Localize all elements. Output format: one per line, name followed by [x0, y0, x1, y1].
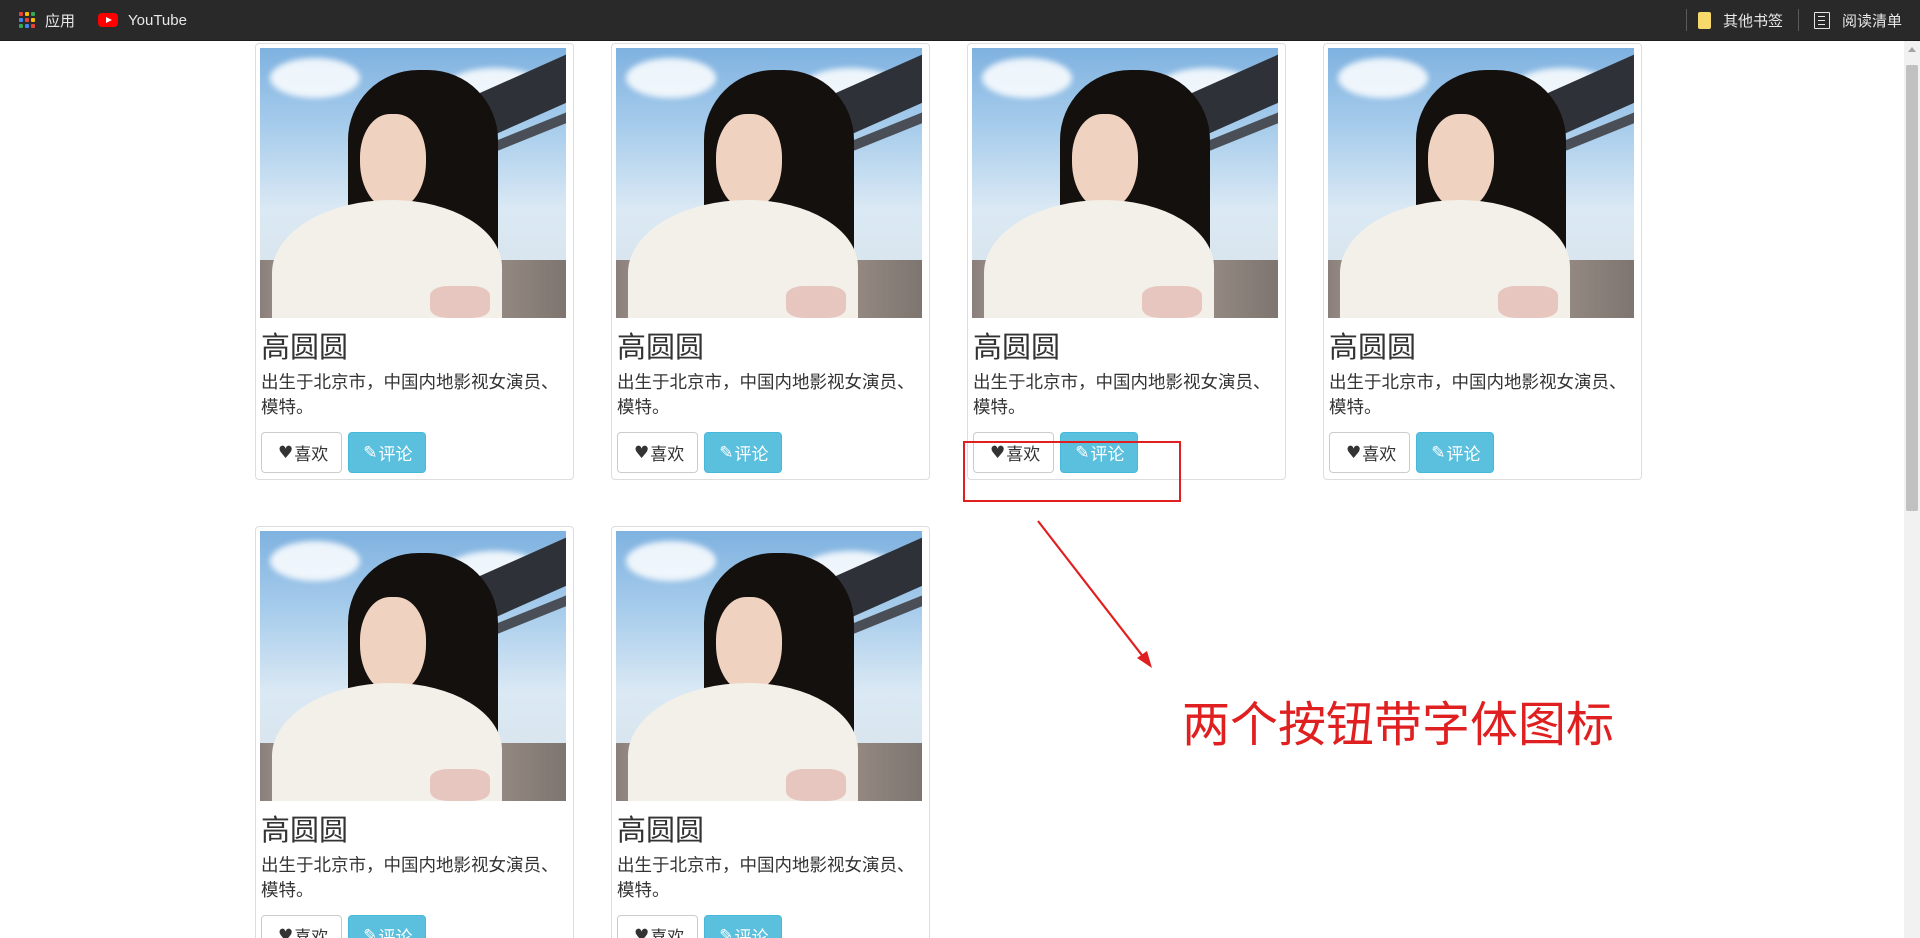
portrait-image	[616, 531, 922, 801]
portrait-image	[616, 48, 922, 318]
bookmarks-bar: 应用 YouTube 其他书签 阅读清单	[0, 0, 1920, 41]
apps-grid-icon	[19, 11, 36, 29]
comment-button[interactable]: ✎ 评论	[348, 432, 426, 473]
bookmark-reading-list-label: 阅读清单	[1842, 12, 1903, 30]
reading-list-icon	[1814, 11, 1830, 29]
comment-button-label: 评论	[1446, 445, 1481, 465]
pencil-icon: ✎	[363, 925, 378, 938]
pencil-icon: ✎	[363, 442, 378, 463]
like-button[interactable]: ♥ 喜欢	[261, 915, 343, 938]
thumbnail-card: 高圆圆 出生于北京市，中国内地影视女演员、模特。 ♥ 喜欢 ✎ 评论	[1323, 43, 1642, 480]
annotation-arrow	[1037, 520, 1152, 668]
card-title: 高圆圆	[617, 330, 705, 364]
portrait-image	[1328, 48, 1634, 318]
pencil-icon: ✎	[719, 442, 734, 463]
bookmarks-divider	[1798, 9, 1799, 31]
portrait-image	[260, 48, 566, 318]
bookmark-apps-label: 应用	[45, 12, 76, 30]
bookmark-other-bookmarks[interactable]: 其他书签	[1698, 0, 1783, 40]
card-title: 高圆圆	[1329, 330, 1417, 364]
comment-button-label: 评论	[734, 928, 769, 938]
like-button[interactable]: ♥ 喜欢	[261, 432, 343, 473]
like-button-label: 喜欢	[650, 928, 685, 938]
comment-button-label: 评论	[734, 445, 769, 465]
card-actions: ♥ 喜欢 ✎ 评论	[617, 432, 924, 473]
thumbnail-card: 高圆圆 出生于北京市，中国内地影视女演员、模特。 ♥ 喜欢 ✎ 评论	[255, 526, 574, 938]
bookmark-other-bookmarks-label: 其他书签	[1723, 12, 1784, 30]
youtube-icon	[98, 13, 118, 27]
card-actions: ♥ 喜欢 ✎ 评论	[261, 432, 568, 473]
like-button[interactable]: ♥ 喜欢	[617, 915, 699, 938]
card-caption: 高圆圆 出生于北京市，中国内地影视女演员、模特。 ♥ 喜欢 ✎ 评论	[616, 801, 925, 938]
thumbnail-card: 高圆圆 出生于北京市，中国内地影视女演员、模特。 ♥ 喜欢 ✎ 评论	[967, 43, 1286, 480]
scrollbar-thumb[interactable]	[1906, 65, 1918, 511]
like-button[interactable]: ♥ 喜欢	[617, 432, 699, 473]
card-title: 高圆圆	[617, 813, 705, 847]
bookmark-youtube-label: YouTube	[128, 11, 187, 29]
like-button-label: 喜欢	[294, 928, 329, 938]
card-title: 高圆圆	[261, 330, 349, 364]
bookmark-youtube[interactable]: YouTube	[98, 0, 187, 40]
scroll-up-icon[interactable]	[1908, 47, 1916, 52]
card-description: 出生于北京市，中国内地影视女演员、模特。	[261, 856, 559, 901]
card-title: 高圆圆	[973, 330, 1061, 364]
bookmark-reading-list[interactable]: 阅读清单	[1814, 0, 1902, 40]
card-caption: 高圆圆 出生于北京市，中国内地影视女演员、模特。 ♥ 喜欢 ✎ 评论	[260, 318, 569, 473]
comment-button[interactable]: ✎ 评论	[348, 915, 426, 938]
card-description: 出生于北京市，中国内地影视女演员、模特。	[617, 856, 915, 901]
card-description: 出生于北京市，中国内地影视女演员、模特。	[617, 373, 915, 418]
page-content: 高圆圆 出生于北京市，中国内地影视女演员、模特。 ♥ 喜欢 ✎ 评论 高圆圆 出…	[0, 41, 1904, 938]
bookmark-apps[interactable]: 应用	[19, 0, 75, 40]
heart-icon: ♥	[634, 442, 650, 463]
comment-button[interactable]: ✎ 评论	[1416, 432, 1494, 473]
card-actions: ♥ 喜欢 ✎ 评论	[261, 915, 568, 938]
card-description: 出生于北京市，中国内地影视女演员、模特。	[973, 373, 1271, 418]
annotation-highlight-box	[963, 441, 1181, 502]
folder-icon	[1698, 11, 1711, 29]
heart-icon: ♥	[278, 925, 294, 938]
vertical-scrollbar[interactable]	[1904, 41, 1920, 938]
card-title: 高圆圆	[261, 813, 349, 847]
thumbnail-card: 高圆圆 出生于北京市，中国内地影视女演员、模特。 ♥ 喜欢 ✎ 评论	[611, 43, 930, 480]
heart-icon: ♥	[634, 925, 650, 938]
annotation-text: 两个按钮带字体图标	[1182, 697, 1615, 753]
portrait-image	[260, 531, 566, 801]
pencil-icon: ✎	[1431, 442, 1446, 463]
card-actions: ♥ 喜欢 ✎ 评论	[617, 915, 924, 938]
like-button[interactable]: ♥ 喜欢	[1329, 432, 1411, 473]
pencil-icon: ✎	[719, 925, 734, 938]
like-button-label: 喜欢	[650, 445, 685, 465]
comment-button[interactable]: ✎ 评论	[704, 432, 782, 473]
card-description: 出生于北京市，中国内地影视女演员、模特。	[261, 373, 559, 418]
bookmarks-divider	[1686, 9, 1687, 31]
like-button-label: 喜欢	[1362, 445, 1397, 465]
card-actions: ♥ 喜欢 ✎ 评论	[1329, 432, 1636, 473]
comment-button-label: 评论	[378, 445, 413, 465]
card-caption: 高圆圆 出生于北京市，中国内地影视女演员、模特。 ♥ 喜欢 ✎ 评论	[1328, 318, 1637, 473]
portrait-image	[972, 48, 1278, 318]
heart-icon: ♥	[1346, 442, 1362, 463]
comment-button[interactable]: ✎ 评论	[704, 915, 782, 938]
heart-icon: ♥	[278, 442, 294, 463]
card-caption: 高圆圆 出生于北京市，中国内地影视女演员、模特。 ♥ 喜欢 ✎ 评论	[260, 801, 569, 938]
comment-button-label: 评论	[378, 928, 413, 938]
thumbnail-card: 高圆圆 出生于北京市，中国内地影视女演员、模特。 ♥ 喜欢 ✎ 评论	[611, 526, 930, 938]
card-description: 出生于北京市，中国内地影视女演员、模特。	[1329, 373, 1627, 418]
card-caption: 高圆圆 出生于北京市，中国内地影视女演员、模特。 ♥ 喜欢 ✎ 评论	[616, 318, 925, 473]
thumbnail-card: 高圆圆 出生于北京市，中国内地影视女演员、模特。 ♥ 喜欢 ✎ 评论	[255, 43, 574, 480]
like-button-label: 喜欢	[294, 445, 329, 465]
